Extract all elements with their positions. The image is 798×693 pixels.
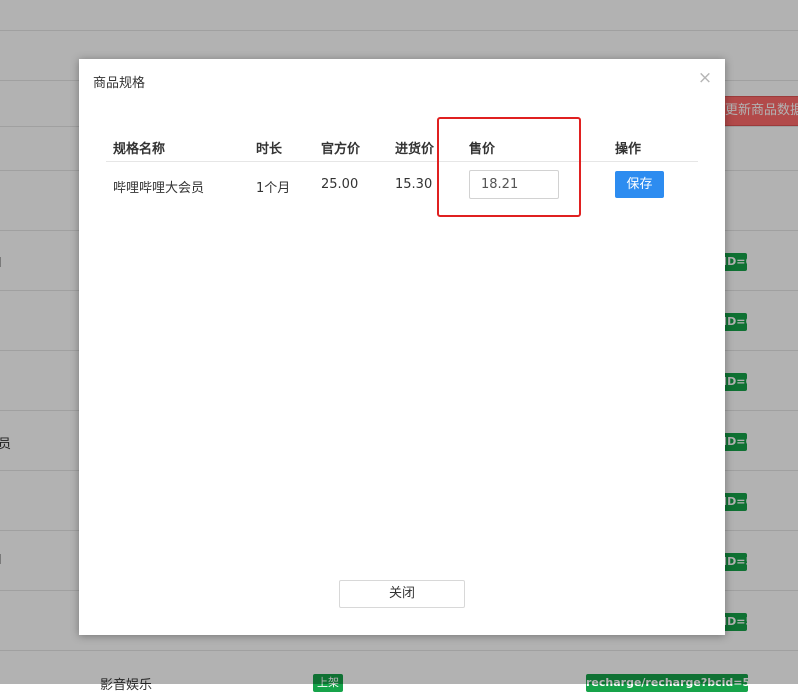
- sale-price-highlight: [437, 117, 581, 217]
- save-button[interactable]: 保存: [615, 171, 664, 198]
- header-purchase-price: 进货价: [395, 142, 435, 157]
- cell-spec-name: 哔哩哔哩大会员: [113, 181, 205, 196]
- header-duration: 时长: [256, 142, 283, 157]
- cell-purchase-price: 15.30: [395, 177, 433, 192]
- cell-official-price: 25.00: [321, 177, 359, 192]
- sale-price-input[interactable]: [469, 170, 559, 199]
- table-header-divider: [106, 161, 698, 162]
- header-official-price: 官方价: [321, 142, 361, 157]
- dialog-close-button[interactable]: 关闭: [339, 580, 465, 608]
- cell-duration: 1个月: [256, 181, 291, 196]
- dialog-title: 商品规格: [93, 76, 146, 91]
- close-icon[interactable]: ×: [696, 69, 714, 87]
- header-spec-name: 规格名称: [113, 142, 166, 157]
- spec-dialog: 商品规格 × 规格名称 时长 官方价 进货价 售价 操作 哔哩哔哩大会员 1个月…: [79, 59, 725, 635]
- header-sale-price: 售价: [469, 142, 496, 157]
- header-action: 操作: [615, 142, 642, 157]
